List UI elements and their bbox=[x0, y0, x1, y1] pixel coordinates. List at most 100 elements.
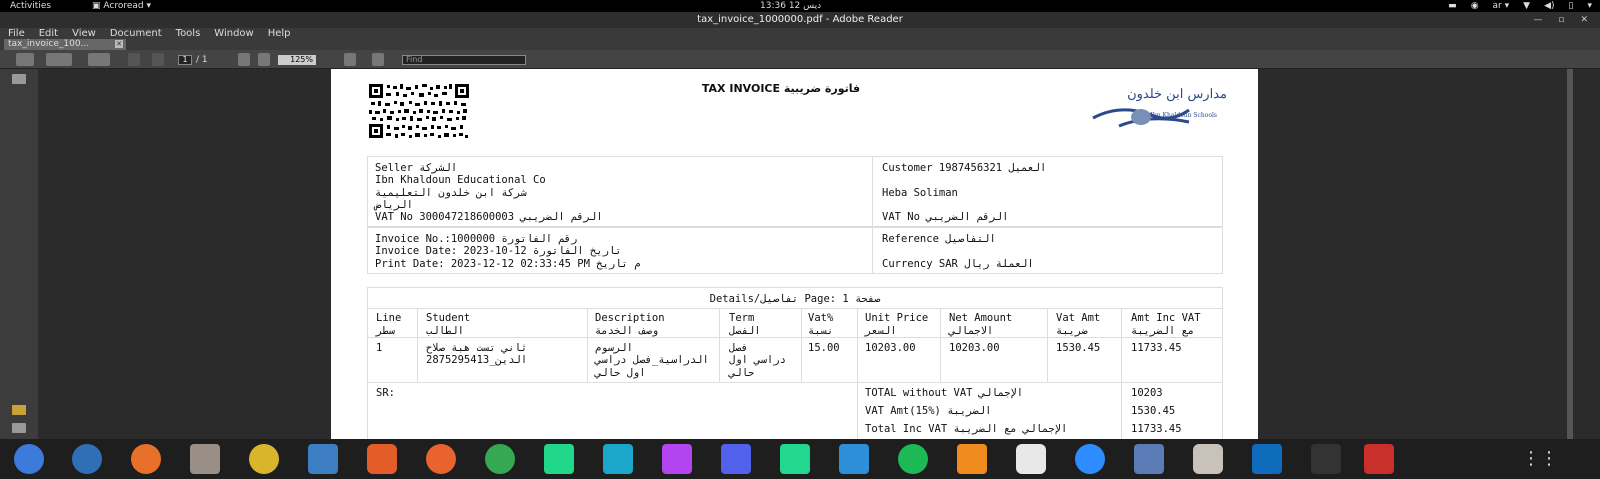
pycharm-icon[interactable] bbox=[544, 444, 574, 474]
col-header-description: Description وصف الخدمة bbox=[595, 312, 665, 337]
power-menu-icon[interactable]: ▾ bbox=[1587, 0, 1592, 12]
goland-icon[interactable] bbox=[603, 444, 633, 474]
col-header-vat-pct: Vat% نسبة bbox=[808, 312, 833, 337]
slack-icon[interactable] bbox=[1016, 444, 1046, 474]
toolbar: 1 / 1 125% Find bbox=[0, 50, 1600, 69]
minimize-icon[interactable]: — bbox=[1533, 12, 1542, 28]
gimp-icon[interactable] bbox=[1193, 444, 1223, 474]
menu-window[interactable]: Window bbox=[214, 28, 253, 39]
customer-vat: VAT No الرقم الضريبي bbox=[882, 211, 1009, 223]
row-term-2: دراسي اول bbox=[729, 354, 786, 366]
next-page-icon[interactable] bbox=[152, 53, 164, 66]
writer-icon[interactable] bbox=[308, 444, 338, 474]
row-term-1: فصل bbox=[729, 342, 748, 354]
terminal-icon[interactable] bbox=[1311, 444, 1341, 474]
thunderbird-icon[interactable] bbox=[72, 444, 102, 474]
firefox-icon[interactable] bbox=[131, 444, 161, 474]
collaborate-icon[interactable] bbox=[88, 53, 110, 66]
row-term-3: حالي bbox=[729, 367, 755, 379]
attachments-icon[interactable] bbox=[12, 423, 26, 433]
zoom-out-icon[interactable] bbox=[238, 53, 250, 66]
clock[interactable]: ديس 12 13:36 bbox=[760, 0, 821, 12]
page-number-input[interactable]: 1 bbox=[178, 55, 192, 65]
item-row-rule bbox=[367, 382, 1223, 383]
maximize-icon[interactable]: ▫ bbox=[1558, 12, 1564, 28]
fit-page-icon[interactable] bbox=[372, 53, 384, 66]
email-icon[interactable] bbox=[46, 53, 72, 66]
find-input[interactable]: Find bbox=[402, 55, 526, 65]
col-divider bbox=[1121, 308, 1122, 439]
flag-icon[interactable]: ▬ bbox=[1448, 0, 1457, 12]
row-student-1: ثاني تست هبة صلاح bbox=[426, 342, 528, 354]
menu-document[interactable]: Document bbox=[110, 28, 162, 39]
col-header-amt-inc-vat-en: Amt Inc VAT bbox=[1131, 312, 1201, 324]
col-divider bbox=[1047, 308, 1048, 382]
adobe-reader-icon[interactable] bbox=[1364, 444, 1394, 474]
menu-file[interactable]: File bbox=[8, 28, 25, 39]
volume-icon[interactable]: ◀) bbox=[1544, 0, 1554, 12]
app-menu[interactable]: ▣ Acroread ▾ bbox=[92, 0, 151, 12]
chrome-icon[interactable] bbox=[485, 444, 515, 474]
chrome-tray-icon[interactable]: ◉ bbox=[1471, 0, 1479, 12]
fit-width-icon[interactable] bbox=[344, 53, 356, 66]
invoice-title: TAX INVOICE فاتورة ضريبية bbox=[701, 82, 861, 95]
col-header-vat-amt-en: Vat Amt bbox=[1056, 312, 1101, 324]
pages-panel-icon[interactable] bbox=[12, 74, 26, 84]
vertical-scrollbar[interactable] bbox=[1566, 69, 1600, 439]
zoom-icon[interactable] bbox=[1075, 444, 1105, 474]
qr-code bbox=[369, 84, 469, 138]
network-app-icon[interactable] bbox=[1134, 444, 1164, 474]
menu-edit[interactable]: Edit bbox=[39, 28, 58, 39]
reference: Reference التفاصيل bbox=[882, 233, 996, 245]
menu-tools[interactable]: Tools bbox=[176, 28, 201, 39]
row-vat-pct: 15.00 bbox=[808, 342, 840, 354]
software-center-icon[interactable] bbox=[367, 444, 397, 474]
signatures-icon[interactable] bbox=[12, 405, 26, 415]
previous-page-icon[interactable] bbox=[128, 53, 140, 66]
show-apps-icon[interactable]: ⋮⋮ bbox=[1522, 444, 1558, 474]
scrollbar-thumb[interactable] bbox=[1567, 69, 1573, 439]
system-tray: ▬ ◉ ar ▾ ▼ ◀) ▯ ▾ bbox=[1448, 0, 1592, 12]
wifi-icon[interactable]: ▼ bbox=[1523, 0, 1530, 12]
close-tab-icon[interactable]: ✕ bbox=[115, 40, 123, 48]
outlook-icon[interactable] bbox=[1252, 444, 1282, 474]
files-icon[interactable] bbox=[190, 444, 220, 474]
taskbar: ⋮⋮ bbox=[0, 439, 1600, 479]
pdf-page: TAX INVOICE فاتورة ضريبية مدارس ابن خلدو… bbox=[331, 69, 1258, 439]
menu-bar: File Edit View Document Tools Window Hel… bbox=[0, 28, 1600, 39]
zoom-in-icon[interactable] bbox=[258, 53, 270, 66]
col-header-vat-pct-ar: نسبة bbox=[808, 324, 834, 337]
customer-name: Heba Soliman bbox=[882, 187, 958, 199]
menu-help[interactable]: Help bbox=[268, 28, 291, 39]
activities-button[interactable]: Activities bbox=[10, 0, 51, 12]
row-desc-3: اول حالي bbox=[595, 367, 646, 379]
vscode-icon[interactable] bbox=[839, 444, 869, 474]
col-header-unit-price-ar: السعر bbox=[865, 324, 897, 337]
phpstorm-icon[interactable] bbox=[662, 444, 692, 474]
help-app-icon[interactable] bbox=[14, 444, 44, 474]
document-tab-strip: tax_invoice_100... ✕ bbox=[0, 39, 1600, 50]
spotify-icon[interactable] bbox=[898, 444, 928, 474]
col-header-line-en: Line bbox=[376, 312, 402, 324]
print-icon[interactable] bbox=[16, 53, 34, 66]
language-indicator[interactable]: ar ▾ bbox=[1493, 0, 1510, 12]
col-header-amt-inc-vat: Amt Inc VAT مع الضريبة bbox=[1131, 312, 1201, 337]
document-tab[interactable]: tax_invoice_100... ✕ bbox=[4, 39, 126, 50]
battery-icon[interactable]: ▯ bbox=[1569, 0, 1574, 12]
rhythmbox-icon[interactable] bbox=[249, 444, 279, 474]
row-desc-2: الدراسية_فصل دراسي bbox=[595, 354, 709, 366]
page-total: / 1 bbox=[196, 55, 208, 65]
menu-view[interactable]: View bbox=[72, 28, 96, 39]
customer-label: Customer 1987456321 العميل bbox=[882, 162, 1047, 174]
zoom-level-input[interactable]: 125% bbox=[278, 55, 316, 65]
row-line: 1 bbox=[376, 342, 383, 354]
close-icon[interactable]: ✕ bbox=[1580, 12, 1588, 28]
details-title: Details/تفاصيل Page: 1 صفحة bbox=[709, 293, 881, 305]
postman-icon[interactable] bbox=[426, 444, 456, 474]
vlc-icon[interactable] bbox=[957, 444, 987, 474]
col-divider bbox=[417, 308, 418, 382]
intellij-icon[interactable] bbox=[721, 444, 751, 474]
col-header-vat-amt-ar: ضريبة bbox=[1056, 324, 1088, 337]
vat-amount-value: 1530.45 bbox=[1131, 405, 1176, 417]
datagrip-icon[interactable] bbox=[780, 444, 810, 474]
